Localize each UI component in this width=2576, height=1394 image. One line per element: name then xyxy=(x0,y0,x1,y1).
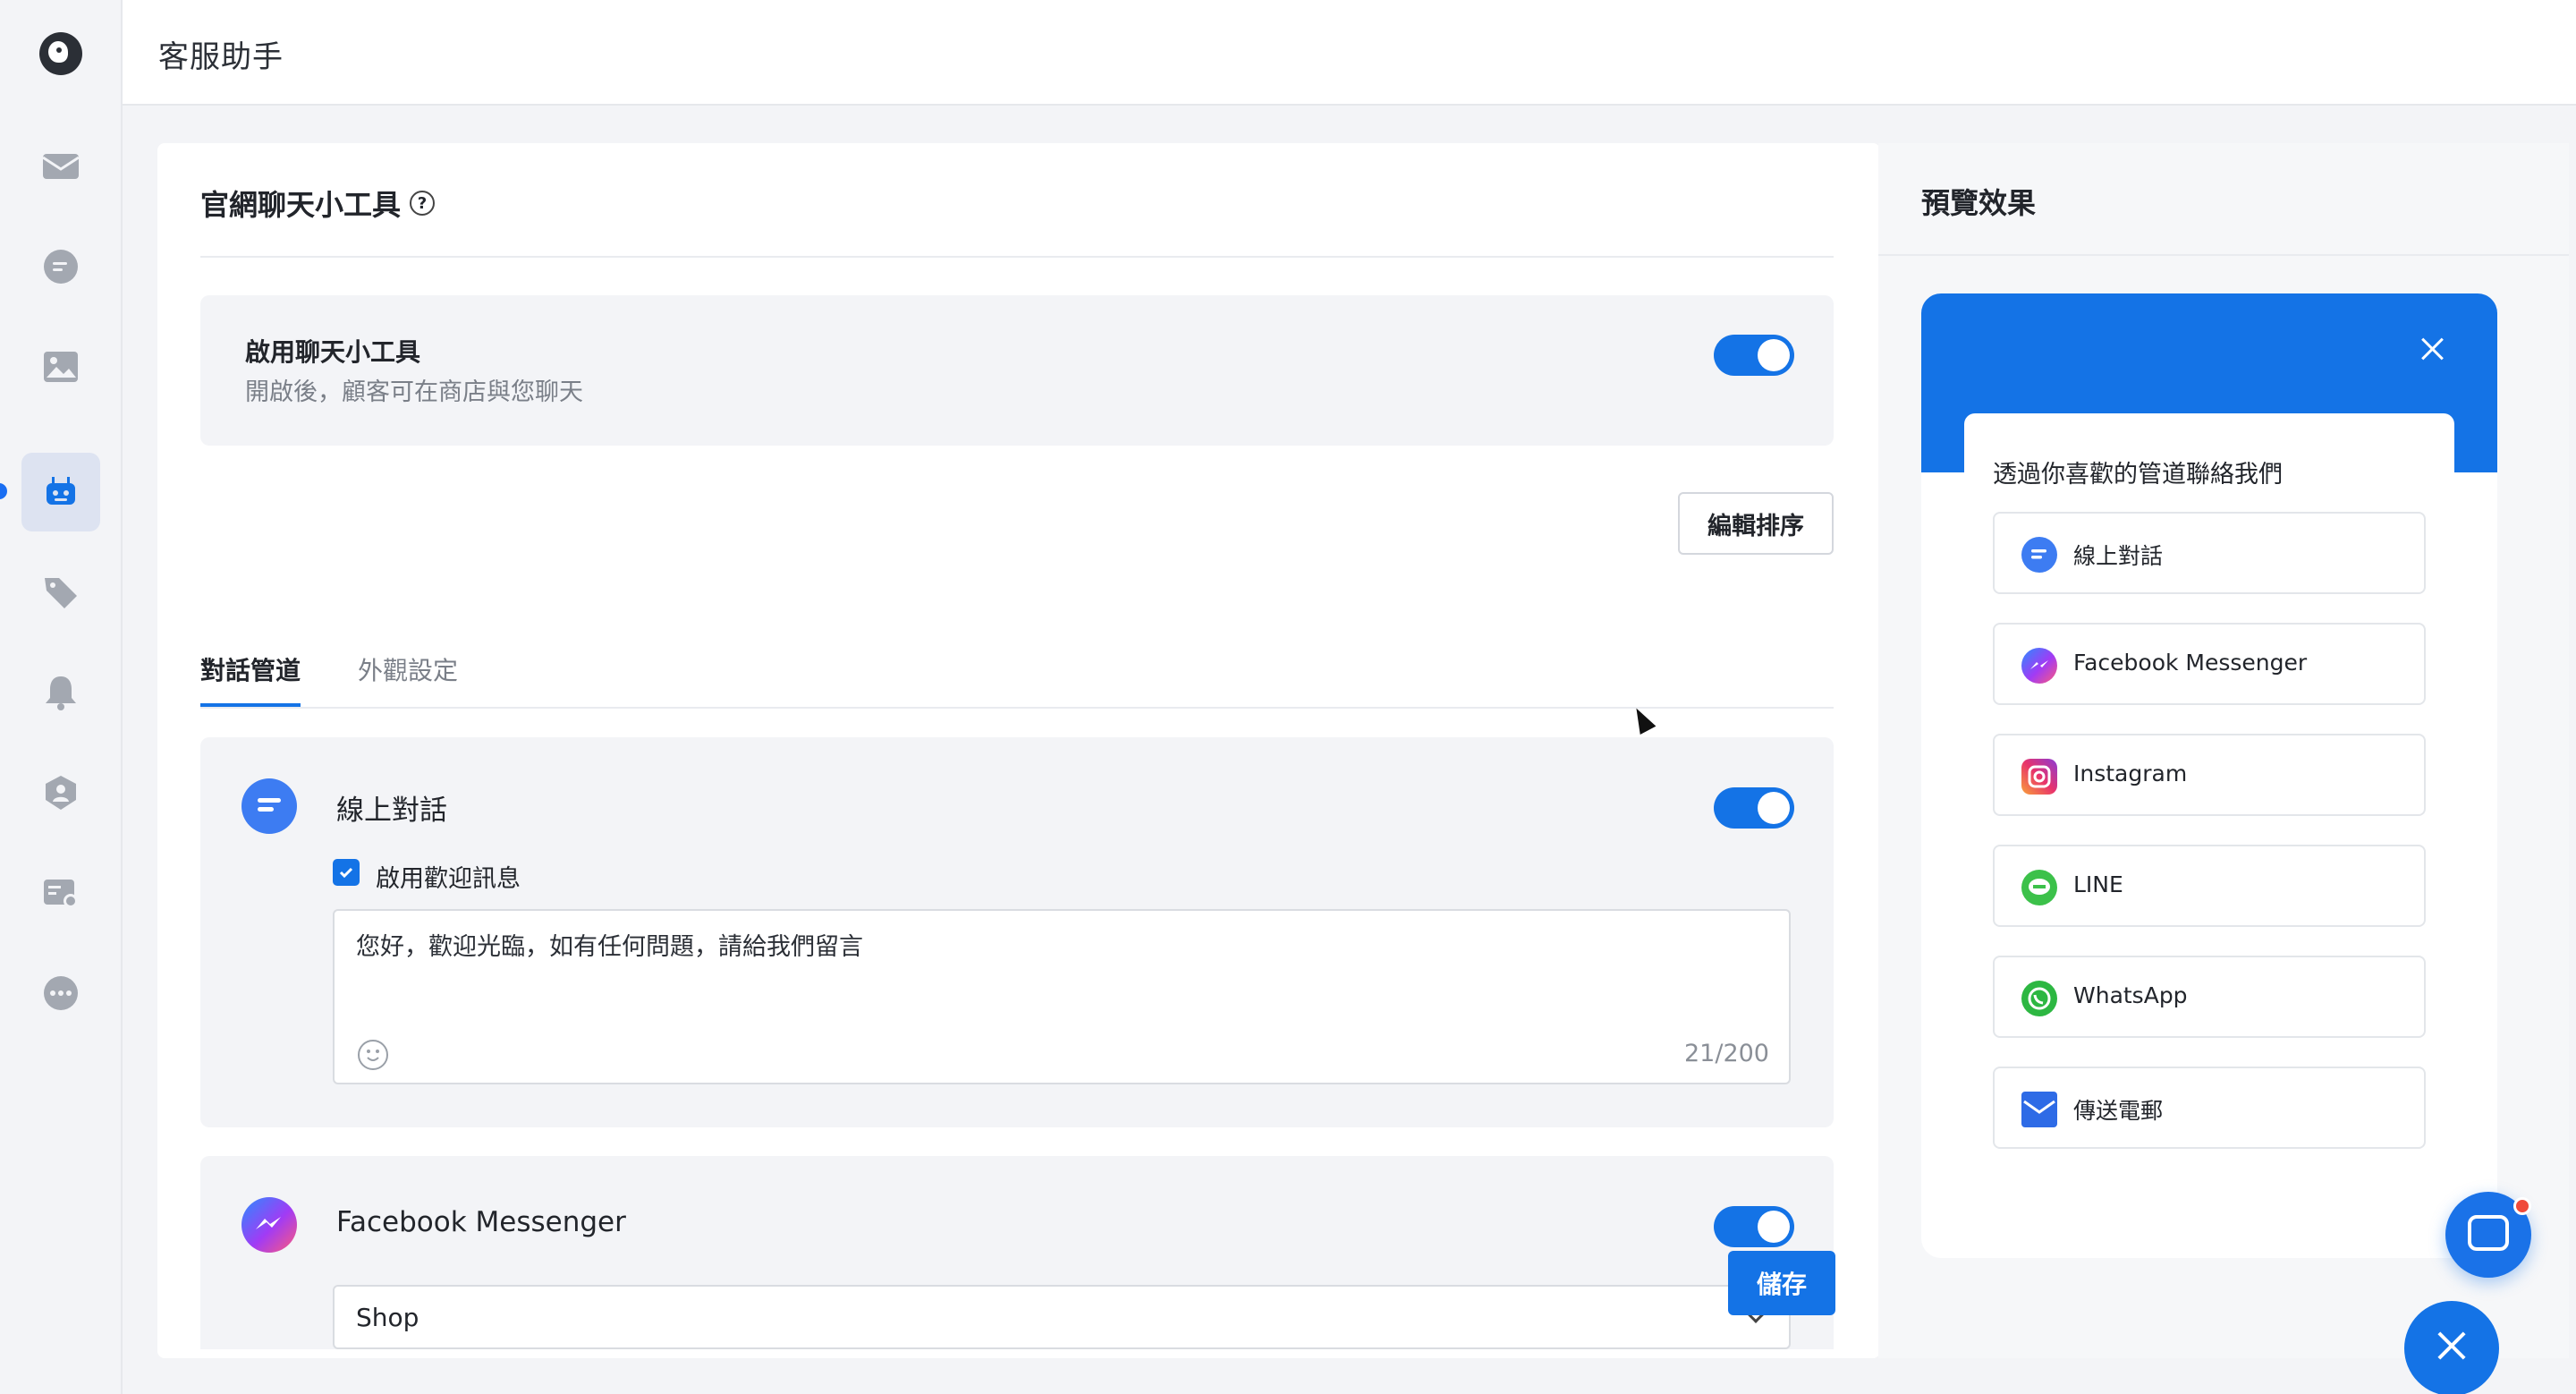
divider xyxy=(200,256,1834,258)
app-logo-icon[interactable] xyxy=(39,32,82,75)
messenger-toggle[interactable] xyxy=(1714,1206,1794,1247)
checkmark-icon xyxy=(339,867,353,879)
live-chat-icon xyxy=(2021,537,2057,573)
close-icon[interactable] xyxy=(2417,333,2449,365)
welcome-message-label: 啟用歡迎訊息 xyxy=(376,865,521,893)
section-title: 官網聊天小工具 ? xyxy=(200,183,436,224)
preview-widget: 透過你喜歡的管道聯絡我們 線上對話 Facebook Messenger Ins… xyxy=(1921,293,2497,1258)
preview-button-live-chat[interactable]: 線上對話 xyxy=(1993,512,2426,594)
preview-button-label: LINE xyxy=(2073,871,2123,897)
tab-channels[interactable]: 對話管道 xyxy=(200,651,301,687)
enable-widget-panel: 啟用聊天小工具 開啟後，顧客可在商店與您聊天 xyxy=(200,295,1834,446)
channel-card-messenger: Facebook Messenger Shop xyxy=(200,1156,1834,1349)
sidebar-item-staff[interactable] xyxy=(21,753,100,832)
preview-button-label: 線上對話 xyxy=(2073,543,2164,569)
enable-widget-toggle[interactable] xyxy=(1714,335,1794,376)
tag-icon xyxy=(45,578,77,608)
sidebar-item-notifications[interactable] xyxy=(21,653,100,732)
page-title: 客服助手 xyxy=(158,39,284,75)
card-settings-icon xyxy=(44,880,78,908)
notification-dot xyxy=(2513,1197,2531,1215)
select-value: Shop xyxy=(356,1303,419,1332)
image-icon xyxy=(44,352,78,382)
active-indicator xyxy=(0,483,7,499)
more-icon xyxy=(44,976,78,1010)
mail-icon xyxy=(42,154,80,179)
chat-bubble-icon xyxy=(44,250,78,284)
emoji-icon[interactable] xyxy=(358,1040,388,1070)
widget-heading: 透過你喜歡的管道聯絡我們 xyxy=(1993,461,2283,489)
welcome-message-text: 您好，歡迎光臨，如有任何問題，請給我們留言 xyxy=(356,933,863,961)
edit-order-button[interactable]: 編輯排序 xyxy=(1678,492,1834,555)
channel-name: 線上對話 xyxy=(336,795,447,827)
sidebar-item-chatbot[interactable] xyxy=(21,453,100,531)
instagram-icon xyxy=(2021,759,2057,795)
sidebar-item-more[interactable] xyxy=(21,954,100,1033)
channel-card-live-chat: 線上對話 啟用歡迎訊息 您好，歡迎光臨，如有任何問題，請給我們留言 21/200 xyxy=(200,737,1834,1127)
char-count: 21/200 xyxy=(1684,1040,1769,1067)
preview-button-label: Facebook Messenger xyxy=(2073,650,2308,676)
robot-icon xyxy=(47,477,75,505)
sidebar xyxy=(0,0,123,1394)
save-button[interactable]: 儲存 xyxy=(1728,1251,1835,1315)
preview-button-whatsapp[interactable]: WhatsApp xyxy=(1993,956,2426,1038)
sidebar-item-settings-card[interactable] xyxy=(21,854,100,932)
settings-pane: 官網聊天小工具 ? 啟用聊天小工具 開啟後，顧客可在商店與您聊天 對話管道 外觀… xyxy=(157,143,1878,1358)
preview-button-label: 傳送電郵 xyxy=(2073,1098,2164,1124)
sidebar-item-chat[interactable] xyxy=(21,227,100,306)
sidebar-item-tags[interactable] xyxy=(21,553,100,632)
user-shield-icon xyxy=(46,776,76,810)
preview-button-messenger[interactable]: Facebook Messenger xyxy=(1993,623,2426,705)
help-icon[interactable]: ? xyxy=(410,191,436,216)
divider xyxy=(1878,254,2569,256)
preview-button-label: Instagram xyxy=(2073,761,2188,786)
channel-name: Facebook Messenger xyxy=(336,1206,626,1238)
email-icon xyxy=(2021,1092,2057,1127)
messenger-icon xyxy=(2021,648,2057,684)
tab-appearance[interactable]: 外觀設定 xyxy=(358,651,458,687)
channel-list[interactable]: 線上對話 啟用歡迎訊息 您好，歡迎光臨，如有任何問題，請給我們留言 21/200 xyxy=(200,737,1834,1349)
messenger-icon xyxy=(242,1197,297,1253)
welcome-message-textarea[interactable]: 您好，歡迎光臨，如有任何問題，請給我們留言 21/200 xyxy=(333,909,1791,1084)
line-icon xyxy=(2021,870,2057,905)
preview-title: 預覽效果 xyxy=(1921,186,2037,220)
live-chat-icon xyxy=(242,778,297,834)
preview-button-email[interactable]: 傳送電郵 xyxy=(1993,1067,2426,1149)
preview-button-label: WhatsApp xyxy=(2073,982,2188,1008)
sidebar-item-media[interactable] xyxy=(21,327,100,406)
section-title-text: 官網聊天小工具 xyxy=(200,188,402,222)
preview-button-instagram[interactable]: Instagram xyxy=(1993,734,2426,816)
welcome-message-checkbox[interactable] xyxy=(333,859,360,886)
bell-icon xyxy=(46,676,76,710)
enable-widget-title: 啟用聊天小工具 xyxy=(245,337,421,367)
tab-bar: 對話管道 外觀設定 xyxy=(200,490,1834,709)
tab-divider xyxy=(200,707,1834,709)
main-card: 官網聊天小工具 ? 啟用聊天小工具 開啟後，顧客可在商店與您聊天 對話管道 外觀… xyxy=(157,143,2569,1358)
live-chat-toggle[interactable] xyxy=(1714,787,1794,829)
sidebar-item-inbox[interactable] xyxy=(21,127,100,206)
whatsapp-icon xyxy=(2021,981,2057,1016)
enable-widget-description: 開啟後，顧客可在商店與您聊天 xyxy=(245,378,583,406)
widget-body: 透過你喜歡的管道聯絡我們 線上對話 Facebook Messenger Ins… xyxy=(1964,413,2454,1258)
top-bar: 客服助手 xyxy=(123,0,2576,106)
chat-icon xyxy=(2468,1215,2509,1251)
widget-close-button[interactable] xyxy=(2404,1301,2499,1394)
preview-button-line[interactable]: LINE xyxy=(1993,845,2426,927)
messenger-page-select[interactable]: Shop xyxy=(333,1285,1791,1349)
preview-pane: 預覽效果 透過你喜歡的管道聯絡我們 線上對話 Facebook Messenge… xyxy=(1878,143,2569,1358)
